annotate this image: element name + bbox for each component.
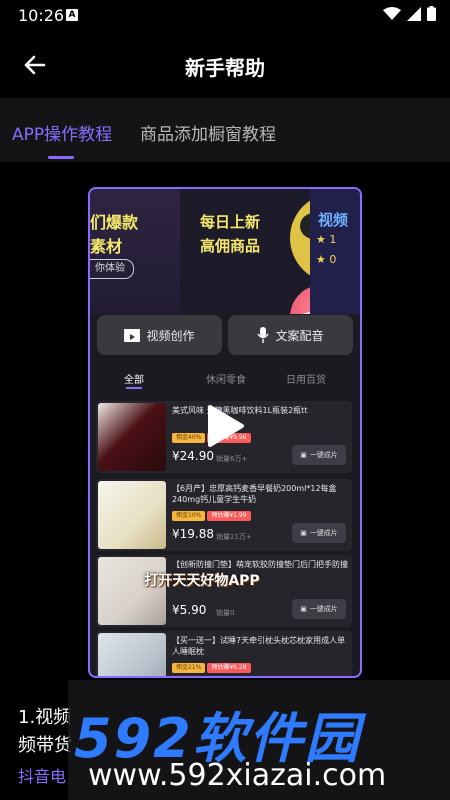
tab-window-tutorial[interactable]: 商品添加橱窗教程 [140, 120, 276, 145]
product-image [98, 481, 166, 549]
make-video-button: ▣ 一键成片 [292, 445, 346, 465]
product-title: 【6月产】忠厚高钙麦香早餐奶200ml*12每盒240mg钙儿童学生牛奶 [172, 484, 337, 504]
tab-app-tutorial[interactable]: APP操作教程 [12, 120, 112, 145]
page-title: 新手帮助 [185, 56, 265, 80]
banner-side-title: 视频 [318, 211, 349, 229]
product-tags: 佣金21% 预估赚¥6.28 [172, 663, 251, 673]
status-bar: 10:26 A [0, 0, 450, 32]
product-price: ¥19.88 [172, 527, 214, 541]
product-image [98, 403, 166, 471]
product-row: 【买一送一】试睡7天牵引枕头枕芯枕家用成人单人睡眠枕 佣金21% 预估赚¥6.2… [96, 631, 352, 676]
video-create-label: 视频创作 [146, 328, 195, 343]
description-line: 1.视频 [18, 707, 72, 728]
wifi-icon [383, 6, 401, 20]
banner-mid-panel: 每日上新 高佣商品 [180, 189, 360, 314]
make-video-label: 一键成片 [309, 529, 338, 537]
product-sales: 销量0 [216, 609, 235, 617]
banner-try-pill: 你体验 [90, 259, 134, 279]
microphone-icon [257, 327, 270, 343]
banner-side-item: ★ 1 [316, 233, 337, 246]
voice-over-button: 文案配音 [228, 315, 353, 355]
watermark: 592软件园 www.592xiazai.com [68, 680, 450, 800]
video-icon: ▣ [300, 605, 307, 613]
make-video-label: 一键成片 [309, 605, 338, 613]
category-snacks: 休闲零食 [206, 375, 246, 386]
category-daily-goods: 日用百货 [286, 375, 326, 386]
commission-tag: 佣金10% [172, 511, 206, 521]
description-line: 频带货 [18, 735, 72, 756]
banner-hot-text: 们爆款 [90, 213, 139, 232]
product-image [98, 633, 166, 676]
battery-icon [427, 6, 436, 21]
make-video-button: ▣ 一键成片 [292, 599, 346, 619]
category-indicator [126, 387, 142, 389]
make-video-button: ▣ 一键成片 [292, 523, 346, 543]
product-price: ¥24.90 [172, 449, 214, 463]
description-link[interactable]: 抖音电 [18, 763, 66, 787]
product-title: 美式风味 无糖黑咖啡饮料1L瓶装2瓶tt [172, 406, 308, 415]
video-overlay-caption: 打开天天好物APP [144, 573, 260, 589]
tutorial-video[interactable]: 们爆款 素材 你体验 每日上新 高佣商品 视频 ★ 1 ★ 0 视频创作 文案配… [88, 187, 362, 678]
status-time: 10:26 [18, 6, 65, 25]
video-icon: ▣ [300, 529, 307, 537]
notification-icon: A [66, 9, 78, 21]
commission-tag: 佣金21% [172, 663, 206, 673]
product-tags: 佣金10% 预估赚¥1.99 [172, 511, 251, 521]
tab-bar: APP操作教程 商品添加橱窗教程 [0, 98, 450, 162]
earning-tag: 预估赚¥1.99 [207, 511, 251, 521]
category-tabs: 全部 休闲零食 日用百货 [90, 365, 360, 393]
play-button[interactable] [200, 403, 246, 449]
banner-material-text: 素材 [90, 237, 123, 256]
product-title: 【买一送一】试睡7天牵引枕头枕芯枕家用成人单人睡眠枕 [172, 636, 346, 656]
banner-left-panel: 们爆款 素材 你体验 [90, 189, 180, 314]
play-icon [208, 405, 244, 447]
top-bar: 新手帮助 [0, 32, 450, 98]
status-icons [383, 6, 436, 21]
product-sales: 销量21万+ [216, 533, 252, 541]
promo-banner: 们爆款 素材 你体验 每日上新 高佣商品 视频 ★ 1 ★ 0 [90, 189, 360, 314]
product-sales: 销量6万+ [216, 455, 248, 463]
voice-over-label: 文案配音 [275, 328, 324, 343]
product-image [98, 557, 166, 625]
banner-daily-new-text: 每日上新 [200, 213, 261, 231]
earning-tag: 预估赚¥6.28 [207, 663, 251, 673]
category-all: 全部 [124, 375, 144, 386]
banner-right-panel: 视频 ★ 1 ★ 0 [310, 189, 360, 314]
signal-icon [407, 6, 421, 21]
product-row: 【创新防撞门垫】萌宠软胶防撞垫门后门把手防撞 ¥5.90 销量0 ▣ 一键成片 [96, 555, 352, 627]
make-video-label: 一键成片 [309, 451, 338, 459]
product-row: 【6月产】忠厚高钙麦香早餐奶200ml*12每盒240mg钙儿童学生牛奶 佣金1… [96, 479, 352, 551]
active-tab-indicator [48, 156, 74, 159]
video-create-button: 视频创作 [97, 315, 222, 355]
product-price: ¥5.90 [172, 603, 207, 617]
product-title: 【创新防撞门垫】萌宠软胶防撞垫门后门把手防撞 [172, 560, 348, 569]
video-icon: ▣ [300, 451, 307, 459]
watermark-url: www.592xiazai.com [88, 758, 387, 793]
banner-side-item: ★ 0 [316, 253, 337, 266]
banner-high-commission-text: 高佣商品 [200, 237, 261, 255]
clapperboard-icon [124, 329, 141, 342]
